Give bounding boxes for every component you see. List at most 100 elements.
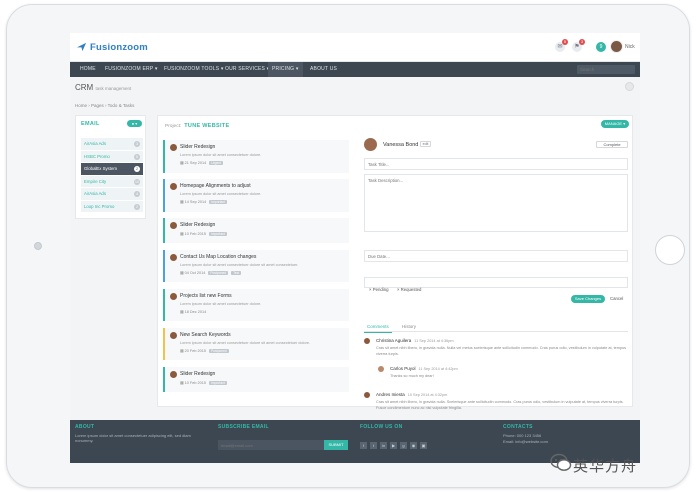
edit-button[interactable]: edit <box>420 141 431 147</box>
save-changes-button[interactable]: Save Changes <box>571 295 605 303</box>
due-date-field[interactable] <box>364 250 628 262</box>
status-chip-requested[interactable]: × Requested <box>397 287 422 292</box>
nav-home[interactable]: HOME <box>76 62 100 77</box>
subscribe-email-input[interactable] <box>218 440 324 450</box>
notification-icon[interactable]: ✉ 5 <box>555 39 568 52</box>
avatar <box>378 366 384 372</box>
task-item[interactable]: Homepage Alignments to adjust Lorem ipsu… <box>163 179 349 212</box>
tablet-frame: Fusionzoom ✉ 5 ⚑ 3 9 Nick HOME FUSIONZOOM … <box>6 4 690 488</box>
avatar <box>170 370 177 378</box>
sidebar-item-loop-inc-promo[interactable]: Loop Inc Promo 2 <box>81 200 143 212</box>
sidebar-item-airasia-ads-2[interactable]: AirAsia Ads 4 <box>81 188 143 200</box>
footer-email[interactable]: Email: info@website.com <box>503 439 548 444</box>
avatar <box>170 222 177 229</box>
sidebar-item-globalex-system[interactable]: GlobalEx System 2 <box>81 163 143 175</box>
task-item[interactable]: Contact Us Map Location changes Lorem ip… <box>163 249 349 282</box>
project-label: Project: TUNE WEBSITE <box>165 123 230 129</box>
task-description: Lorem ipsum dolor sit amet consectetuer … <box>180 153 262 157</box>
sidebar-item-airasia-ads[interactable]: AirAsia Ads 3 <box>81 138 143 150</box>
user-avatar[interactable] <box>610 40 623 53</box>
nav-pricing[interactable]: PRICING ▾ <box>268 62 303 77</box>
footer-phone: Phone: 000 123 3456 <box>503 433 542 438</box>
alert-icon[interactable]: ⚑ 3 <box>572 39 585 52</box>
messages-icon[interactable]: 9 <box>596 42 606 52</box>
task-tag: Urgent <box>209 161 224 165</box>
googleplus-icon[interactable]: g <box>400 442 407 449</box>
breadcrumb[interactable]: Home › Pages › Todo & Tasks <box>75 103 134 108</box>
avatar <box>364 138 377 151</box>
task-item[interactable]: Slider Redesign ▦ 10 Feb 2015 Important <box>163 366 349 392</box>
status-tags-input[interactable]: × Pending × Requested <box>364 277 628 292</box>
task-meta: ▦ 14 Sep 2014 Important <box>180 200 228 204</box>
linkedin-icon[interactable]: in <box>380 442 387 449</box>
task-meta: ▦ 04 Oct 2014 Postponed Test <box>180 270 242 275</box>
nav-erp[interactable]: FUSIONZOOM ERP ▾ <box>101 62 162 77</box>
nav-tools[interactable]: FUSIONZOOM TOOLS ▾ <box>160 62 228 77</box>
comment-time: 10 Sep 2014 at 4:32pm <box>407 393 448 397</box>
task-title: Slider Redesign <box>180 144 216 150</box>
settings-icon[interactable] <box>625 82 634 91</box>
task-item[interactable]: Slider Redesign Lorem ipsum dolor sit am… <box>163 140 349 173</box>
app-screen: Fusionzoom ✉ 5 ⚑ 3 9 Nick HOME FUSIONZOOM … <box>70 33 640 463</box>
task-item[interactable]: Slider Redesign ▦ 10 Feb 2015 Important <box>163 218 349 243</box>
task-panel: Project: TUNE WEBSITE MANAGE ▾ Slider Red… <box>157 115 633 410</box>
manage-button[interactable]: MANAGE ▾ <box>601 120 629 128</box>
sidebar-title: EMAIL <box>81 121 100 127</box>
comment-author: Christina Aguilera 11 Sep 2014 at 4:36pm <box>376 338 454 343</box>
count-badge: 2 <box>134 203 140 210</box>
tablet-camera <box>34 242 42 250</box>
wechat-logo-icon <box>550 453 572 471</box>
rss-icon[interactable]: ◉ <box>410 442 417 449</box>
task-title: Homepage Alignments to adjust <box>180 183 251 189</box>
watermark-text: 英华方舟 <box>573 457 638 475</box>
footer-contacts-title: CONTACTS <box>503 424 533 430</box>
task-list: Slider Redesign Lorem ipsum dolor sit am… <box>163 140 349 398</box>
task-tag: Important <box>209 200 228 204</box>
avatar <box>364 392 370 398</box>
comment: Andres Iniesta 10 Sep 2014 at 4:32pm Cras… <box>364 392 628 420</box>
subscribe-submit-button[interactable]: SUBMIT <box>324 440 348 450</box>
email-sidebar: EMAIL ● ▾ AirAsia Ads 3 HSBC Promo 5 Globa… <box>75 115 146 219</box>
task-title-field[interactable] <box>364 158 628 170</box>
youtube-icon[interactable]: ▶ <box>390 442 397 449</box>
task-item[interactable]: New Search Keywords Lorem ipsum dolor si… <box>163 327 349 360</box>
footer-about-text: Lorem ipsum dolor sit amet consectetuer … <box>75 433 191 443</box>
footer-about-title: ABOUT <box>75 424 95 430</box>
nav-about[interactable]: ABOUT US <box>306 62 341 77</box>
count-badge: 3 <box>134 141 140 147</box>
tab-history[interactable]: History <box>399 322 419 332</box>
task-tag: Postponed <box>208 270 229 275</box>
search-input[interactable] <box>577 65 635 74</box>
brand-logo[interactable]: Fusionzoom <box>76 41 148 53</box>
sidebar-item-hsbc-promo[interactable]: HSBC Promo 5 <box>81 150 143 162</box>
tablet-home-button[interactable] <box>655 235 685 265</box>
nav-services[interactable]: OUR SERVICES ▾ <box>221 62 273 77</box>
comment-reply: Carlos Puyol 11 Sep 2014 at 4:42pm Thanks… <box>378 366 628 386</box>
count-badge: 4 <box>134 191 140 197</box>
instagram-icon[interactable]: ▣ <box>420 442 427 449</box>
task-title: Contact Us Map Location changes <box>180 253 257 260</box>
complete-button[interactable]: Complete <box>596 141 628 148</box>
cancel-button[interactable]: Cancel <box>610 296 623 301</box>
facebook-icon[interactable]: f <box>360 442 367 449</box>
twitter-icon[interactable]: t <box>370 442 377 449</box>
task-tag: Test <box>231 270 242 275</box>
task-description: Lorem ipsum dolor sit amet consectetuer … <box>180 262 299 267</box>
sidebar-item-empire-city[interactable]: Empire City 10 <box>81 175 143 187</box>
avatar <box>364 338 370 344</box>
task-meta: ▦ 18 Dec 2014 <box>180 309 207 314</box>
count-badge: 2 <box>134 166 140 172</box>
task-title: New Search Keywords <box>180 331 231 338</box>
task-item[interactable]: Projects list new Forms Lorem ipsum dolo… <box>163 288 349 321</box>
task-description-field[interactable] <box>364 174 628 232</box>
page-subtitle: task management <box>95 86 132 91</box>
sidebar-toggle[interactable]: ● ▾ <box>127 120 142 127</box>
status-chip-pending[interactable]: × Pending <box>369 287 388 292</box>
tab-comments[interactable]: Comments <box>364 322 392 333</box>
project-name[interactable]: TUNE WEBSITE <box>184 123 229 129</box>
logo-icon <box>76 42 87 52</box>
user-name[interactable]: Nick <box>625 44 635 50</box>
top-bar: Fusionzoom ✉ 5 ⚑ 3 9 Nick <box>70 33 640 62</box>
detail-tabs: Comments History <box>364 322 628 333</box>
comment-author: Andres Iniesta 10 Sep 2014 at 4:32pm <box>376 392 448 397</box>
